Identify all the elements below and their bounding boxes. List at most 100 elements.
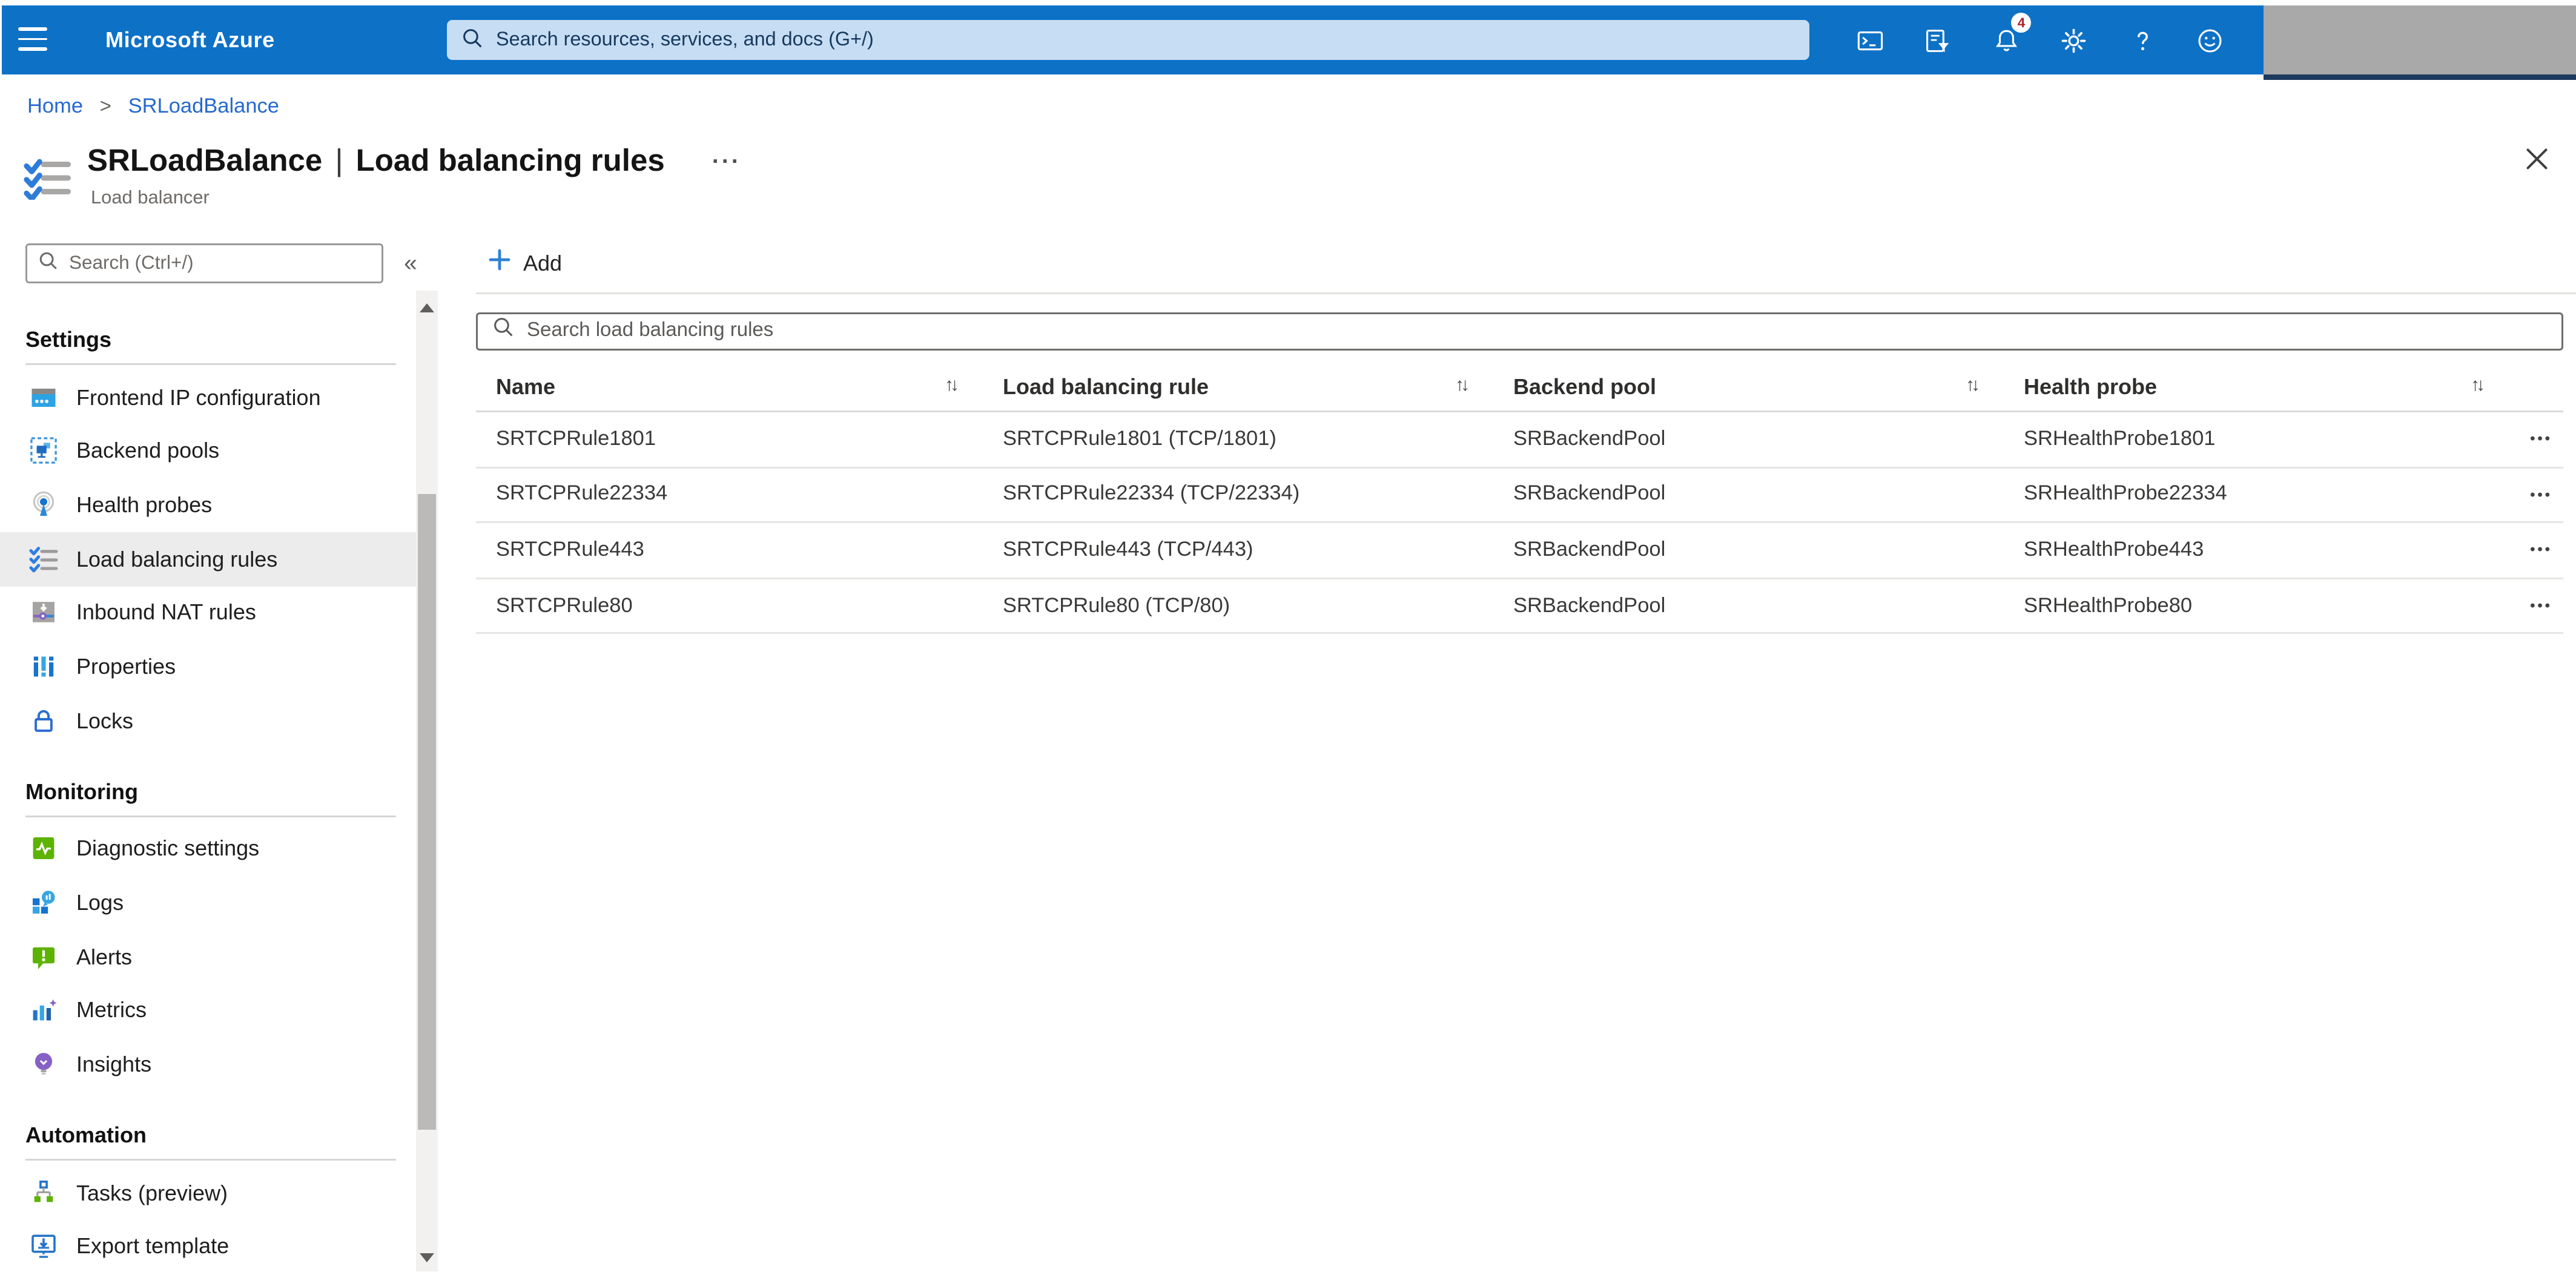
- column-header-load-balancing-rule[interactable]: Load balancing rule ↑↓: [1003, 374, 1513, 399]
- cell-name: SRTCPRule443: [496, 539, 644, 561]
- breadcrumb-home[interactable]: Home: [27, 96, 83, 118]
- sort-icon[interactable]: ↑↓: [1455, 376, 1470, 396]
- sort-icon[interactable]: ↑↓: [1966, 376, 1980, 396]
- health-probes-icon: [29, 490, 58, 519]
- row-menu-button[interactable]: •••: [2491, 431, 2563, 447]
- load-balancing-rules-icon: [24, 156, 73, 209]
- column-header-backend-pool[interactable]: Backend pool ↑↓: [1513, 374, 2024, 399]
- sidebar-item-diagnostic-settings[interactable]: Diagnostic settings: [0, 822, 416, 876]
- cell-backend-pool: SRBackendPool: [1513, 539, 1666, 561]
- sidebar-item-label: Health probes: [76, 492, 213, 518]
- sidebar-item-label: Properties: [76, 654, 176, 680]
- global-search-placeholder: Search resources, services, and docs (G+…: [496, 29, 874, 51]
- locks-icon: [29, 706, 58, 735]
- sidebar-item-logs[interactable]: Logs: [0, 876, 416, 930]
- column-header-health-probe[interactable]: Health probe ↑↓: [2024, 374, 2491, 399]
- sidebar-item-load-balancing-rules[interactable]: Load balancing rules: [0, 532, 416, 586]
- table-body: SRTCPRule1801 SRTCPRule1801 (TCP/1801) SRB…: [476, 412, 2563, 635]
- top-bar: Microsoft Azure Search resources, servic…: [2, 5, 2576, 81]
- table-row-srtcprule443[interactable]: SRTCPRule443 SRTCPRule443 (TCP/443) SRBack…: [476, 524, 2563, 579]
- sidebar-item-label: Export template: [76, 1234, 230, 1260]
- table-row-srtcprule1801[interactable]: SRTCPRule1801 SRTCPRule1801 (TCP/1801) SRB…: [476, 412, 2563, 468]
- brand-microsoft-azure[interactable]: Microsoft Azure: [105, 5, 275, 74]
- settings-gear-icon[interactable]: [2052, 5, 2096, 74]
- sidebar-item-backend-pools[interactable]: Backend pools: [0, 424, 416, 478]
- add-button[interactable]: Add: [489, 245, 562, 282]
- cell-health-probe: SRHealthProbe22334: [2024, 484, 2227, 506]
- section-divider: [25, 363, 396, 365]
- cell-backend-pool: SRBackendPool: [1513, 484, 1666, 506]
- sidebar-item-properties[interactable]: Properties: [0, 640, 416, 694]
- rules-search-input[interactable]: Search load balancing rules: [476, 312, 2563, 351]
- notification-badge: 4: [2011, 13, 2032, 33]
- breadcrumb-resource[interactable]: SRLoadBalance: [128, 96, 279, 118]
- close-icon[interactable]: [2525, 147, 2549, 180]
- cell-backend-pool: SRBackendPool: [1513, 428, 1666, 450]
- sidebar-item-inbound-nat-rules[interactable]: Inbound NAT rules: [0, 586, 416, 640]
- row-menu-button[interactable]: •••: [2491, 542, 2563, 558]
- sidebar-item-label: Alerts: [76, 944, 133, 970]
- sidebar-item-export-template[interactable]: Export template: [0, 1220, 416, 1272]
- tasks-icon: [29, 1178, 58, 1207]
- cell-name: SRTCPRule80: [496, 595, 633, 617]
- sidebar-item-locks[interactable]: Locks: [0, 694, 416, 748]
- feedback-smiley-icon[interactable]: [2189, 5, 2233, 74]
- sidebar-item-insights[interactable]: Insights: [0, 1038, 416, 1092]
- export-template-icon: [29, 1232, 58, 1261]
- sidebar-item-tasks-preview[interactable]: Tasks (preview): [0, 1166, 416, 1220]
- cloud-shell-icon[interactable]: [1848, 5, 1891, 74]
- column-label: Backend pool: [1513, 373, 1657, 399]
- lb-rules-icon: [29, 544, 58, 573]
- cell-name: SRTCPRule22334: [496, 484, 668, 506]
- account-box-shadow: [2264, 74, 2576, 81]
- page-title-divider: |: [335, 143, 343, 178]
- sidebar-menu: Settings Frontend IP configuration Backend…: [0, 323, 416, 1272]
- breadcrumb: Home > SRLoadBalance: [27, 96, 279, 118]
- sidebar-scrollbar[interactable]: [416, 291, 438, 1272]
- scrollbar-up-arrow-icon[interactable]: [420, 303, 435, 312]
- cell-rule: SRTCPRule443 (TCP/443): [1003, 539, 1253, 561]
- cell-backend-pool: SRBackendPool: [1513, 595, 1666, 617]
- row-menu-button[interactable]: •••: [2491, 487, 2563, 503]
- sort-icon[interactable]: ↑↓: [2471, 376, 2485, 396]
- page-title-section: Load balancing rules: [355, 143, 665, 178]
- frontend-ip-icon: [29, 383, 58, 412]
- properties-icon: [29, 652, 58, 681]
- collapse-sidebar-button[interactable]: «: [398, 249, 423, 276]
- search-icon: [492, 315, 514, 348]
- account-menu-redacted[interactable]: [2264, 5, 2576, 74]
- rules-search-placeholder: Search load balancing rules: [527, 320, 774, 343]
- column-header-name[interactable]: Name ↑↓: [496, 374, 1003, 399]
- alerts-icon: [29, 942, 58, 971]
- table-row-srtcprule22334[interactable]: SRTCPRule22334 SRTCPRule22334 (TCP/22334)…: [476, 468, 2563, 524]
- cell-rule: SRTCPRule80 (TCP/80): [1003, 595, 1230, 617]
- row-menu-button[interactable]: •••: [2491, 598, 2563, 614]
- search-icon: [461, 27, 483, 54]
- cell-name: SRTCPRule1801: [496, 428, 656, 450]
- more-button[interactable]: ···: [712, 147, 741, 174]
- azure-portal-window: Microsoft Azure Search resources, servic…: [0, 0, 2576, 1272]
- directory-filter-icon[interactable]: [1916, 5, 1960, 74]
- scrollbar-thumb[interactable]: [418, 494, 436, 1130]
- help-icon[interactable]: [2121, 5, 2164, 74]
- sidebar-item-label: Backend pools: [76, 438, 220, 464]
- sidebar-item-metrics[interactable]: Metrics: [0, 984, 416, 1038]
- diagnostics-icon: [29, 834, 58, 863]
- page-subtitle: Load balancer: [91, 189, 210, 209]
- sort-icon[interactable]: ↑↓: [945, 376, 959, 396]
- sidebar-item-frontend-ip-configuration[interactable]: Frontend IP configuration: [0, 371, 416, 424]
- page-title: SRLoadBalance | Load balancing rules ···: [87, 143, 741, 180]
- notifications-bell-icon[interactable]: 4: [1984, 5, 2032, 74]
- section-divider: [25, 1158, 396, 1161]
- sidebar-item-label: Tasks (preview): [76, 1180, 228, 1206]
- portal-menu-icon[interactable]: [18, 27, 47, 51]
- sidebar-item-health-probes[interactable]: Health probes: [0, 478, 416, 532]
- sidebar-item-label: Inbound NAT rules: [76, 600, 256, 626]
- sidebar-search-input[interactable]: Search (Ctrl+/): [25, 243, 383, 283]
- sidebar-item-alerts[interactable]: Alerts: [0, 930, 416, 984]
- table-row-srtcprule80[interactable]: SRTCPRule80 SRTCPRule80 (TCP/80) SRBackend…: [476, 579, 2563, 635]
- global-search-input[interactable]: Search resources, services, and docs (G+…: [447, 20, 1809, 60]
- scrollbar-down-arrow-icon[interactable]: [420, 1253, 435, 1263]
- cell-rule: SRTCPRule22334 (TCP/22334): [1003, 484, 1300, 506]
- plus-icon: [489, 247, 510, 280]
